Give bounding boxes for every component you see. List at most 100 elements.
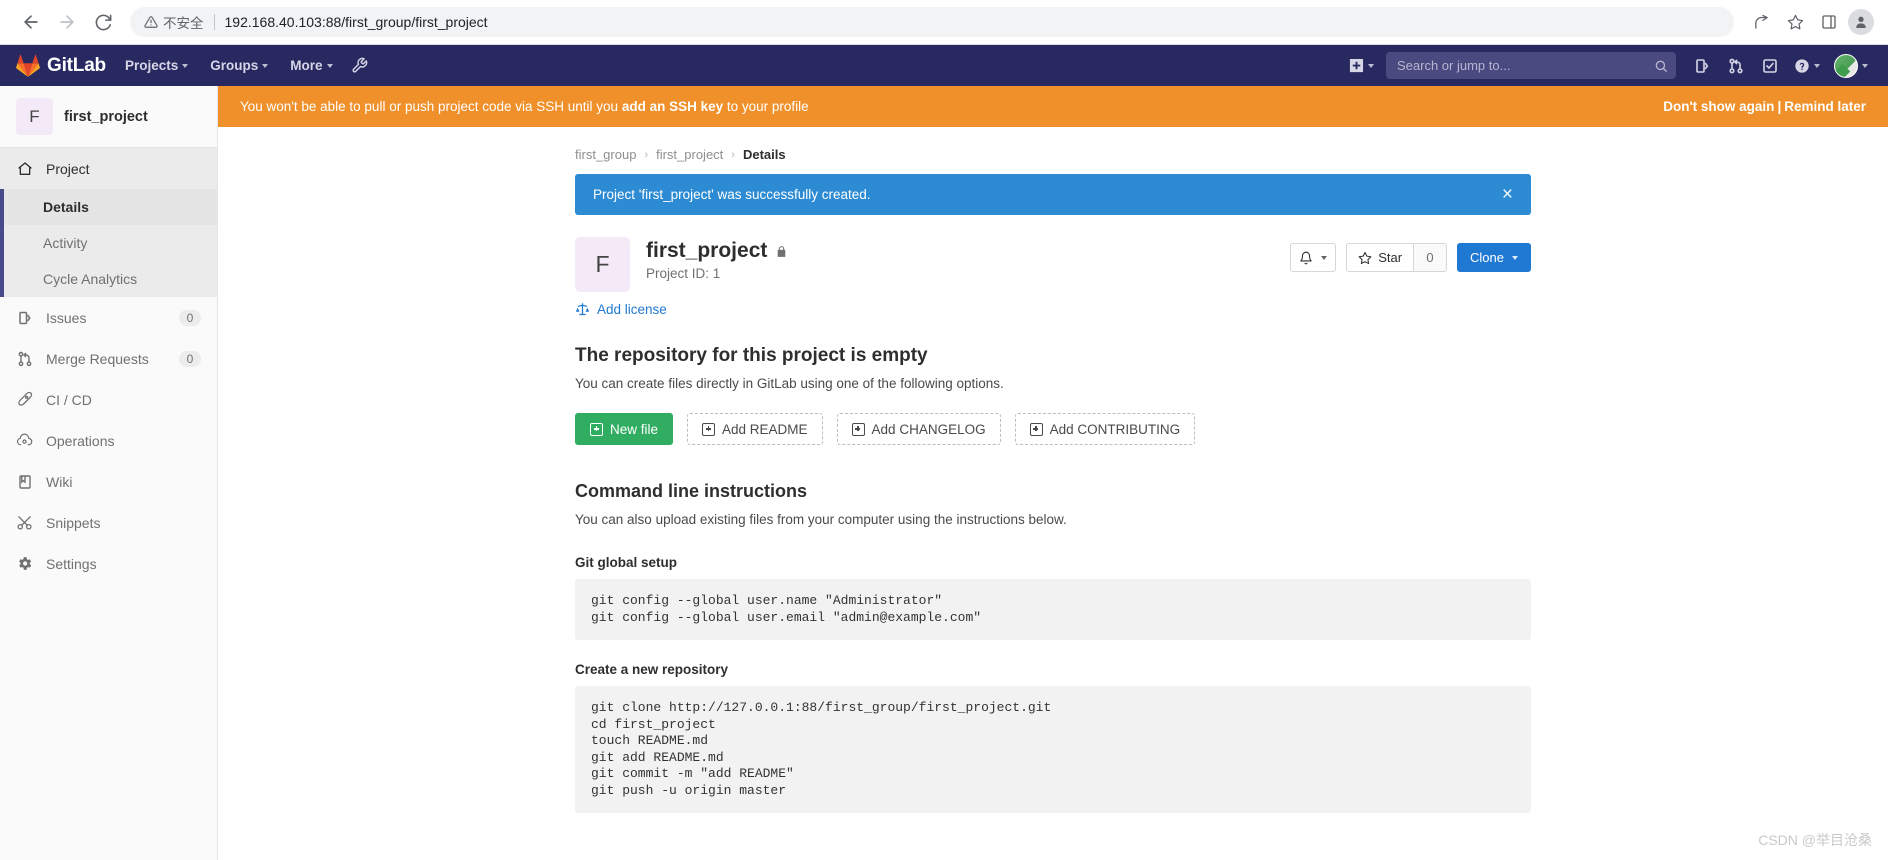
new-item-button[interactable] — [1343, 50, 1380, 82]
sidebar-project-name: first_project — [64, 108, 148, 125]
add-readme-button[interactable]: Add README — [687, 413, 823, 445]
browser-actions — [1742, 7, 1874, 37]
sidebar-item-merge-requests[interactable]: Merge Requests 0 — [0, 338, 217, 379]
breadcrumb: first_group › first_project › Details — [575, 141, 1531, 174]
project-sidebar: F first_project Project Details Activity… — [0, 86, 218, 860]
create-new-repository-code[interactable]: git clone http://127.0.0.1:88/first_grou… — [575, 686, 1531, 813]
nav-projects-label: Projects — [124, 58, 179, 73]
banner-separator: | — [1777, 99, 1782, 114]
dont-show-again-link[interactable]: Don't show again — [1663, 99, 1774, 114]
share-icon[interactable] — [1746, 7, 1776, 37]
security-label: 不安全 — [163, 16, 204, 31]
sidebar-item-details[interactable]: Details — [0, 189, 217, 225]
address-bar[interactable]: 不安全 192.168.40.103:88/first_group/first_… — [130, 7, 1734, 37]
project-meta: first_project Project ID: 1 — [646, 237, 1274, 281]
project-actions: Star 0 Clone — [1290, 237, 1531, 272]
cli-instructions-title: Command line instructions — [575, 481, 808, 501]
sidebar-item-ci-cd[interactable]: CI / CD — [0, 379, 217, 420]
sidebar-item-wiki[interactable]: Wiki — [0, 461, 217, 502]
nav-projects[interactable]: Projects — [114, 45, 199, 86]
empty-repo-title: The repository for this project is empty — [575, 345, 928, 366]
git-global-setup-section: Git global setup git config --global use… — [575, 555, 1531, 640]
chevron-down-icon — [1368, 63, 1374, 68]
ssh-banner-text-before: You won't be able to pull or push projec… — [240, 99, 622, 114]
add-ssh-key-link[interactable]: add an SSH key — [622, 99, 723, 114]
sidebar-project-header[interactable]: F first_project — [0, 86, 217, 148]
add-license-link[interactable]: Add license — [575, 302, 1531, 317]
book-icon — [16, 473, 33, 490]
bell-icon — [1300, 251, 1312, 264]
merge-requests-button[interactable] — [1720, 50, 1752, 82]
user-menu-button[interactable] — [1828, 50, 1874, 82]
search-box[interactable] — [1386, 52, 1676, 79]
file-action-buttons: New file Add README Add CHANGELOG Add CO… — [575, 413, 1531, 445]
plus-square-icon — [1029, 422, 1043, 436]
help-button[interactable] — [1788, 50, 1826, 82]
reload-button[interactable] — [86, 5, 120, 39]
wrench-icon — [352, 57, 368, 73]
project-avatar: F — [575, 237, 630, 292]
nav-groups[interactable]: Groups — [199, 45, 279, 86]
git-global-setup-code[interactable]: git config --global user.name "Administr… — [575, 579, 1531, 640]
ssh-banner-actions: Don't show again | Remind later — [1663, 99, 1866, 114]
gear-icon — [16, 555, 33, 572]
nav-more-label: More — [290, 58, 323, 73]
back-button[interactable] — [14, 5, 48, 39]
clone-button[interactable]: Clone — [1457, 243, 1531, 272]
star-button[interactable]: Star — [1346, 243, 1414, 272]
remind-later-link[interactable]: Remind later — [1784, 99, 1866, 114]
sidebar-item-operations[interactable]: Operations — [0, 420, 217, 461]
gitlab-logo-link[interactable]: GitLab — [10, 54, 114, 77]
ssh-key-banner: You won't be able to pull or push projec… — [218, 86, 1888, 127]
sidebar-item-settings-label: Settings — [46, 555, 97, 572]
sidebar-item-issues[interactable]: Issues 0 — [0, 297, 217, 338]
content-scroll-area[interactable]: first_group › first_project › Details Pr… — [218, 127, 1888, 860]
search-input[interactable] — [1397, 58, 1654, 73]
security-status[interactable]: 不安全 — [144, 12, 204, 32]
create-new-repository-title: Create a new repository — [575, 662, 729, 677]
breadcrumb-separator: › — [731, 148, 735, 161]
breadcrumb-current: Details — [742, 147, 786, 162]
chevron-down-icon — [182, 63, 189, 68]
sidebar-item-wiki-label: Wiki — [46, 473, 73, 490]
bookmark-star-icon[interactable] — [1780, 7, 1810, 37]
admin-area-button[interactable] — [344, 50, 376, 82]
user-avatar-icon — [1834, 53, 1858, 78]
sidebar-item-ci-cd-label: CI / CD — [46, 391, 92, 408]
sidebar-item-project[interactable]: Project — [0, 148, 217, 189]
add-changelog-button-label: Add CHANGELOG — [871, 421, 986, 437]
chevron-down-icon — [1512, 255, 1518, 260]
sidebar-item-settings[interactable]: Settings — [0, 543, 217, 584]
issues-button[interactable] — [1686, 50, 1718, 82]
sidebar-item-activity[interactable]: Activity — [0, 225, 217, 261]
chevron-down-icon — [262, 63, 269, 68]
project-id: Project ID: 1 — [646, 266, 721, 281]
side-panel-icon[interactable] — [1814, 7, 1844, 37]
forward-button[interactable] — [50, 5, 84, 39]
issues-icon — [1696, 58, 1709, 73]
close-icon[interactable]: × — [1502, 185, 1513, 204]
chevron-down-icon — [1321, 255, 1328, 260]
navbar-left: GitLab Projects Groups More — [10, 45, 376, 86]
chevron-down-icon — [326, 63, 333, 68]
page-title: first_project — [646, 239, 768, 262]
todos-button[interactable] — [1754, 50, 1786, 82]
profile-avatar-icon[interactable] — [1848, 9, 1874, 35]
add-changelog-button[interactable]: Add CHANGELOG — [836, 413, 1001, 445]
search-icon[interactable] — [1654, 59, 1668, 73]
sidebar-item-cycle-analytics[interactable]: Cycle Analytics — [0, 261, 217, 297]
browser-toolbar: 不安全 192.168.40.103:88/first_group/first_… — [0, 0, 1888, 45]
add-contributing-button[interactable]: Add CONTRIBUTING — [1014, 413, 1196, 445]
success-alert-message: Project 'first_project' was successfully… — [593, 187, 871, 202]
gitlab-navbar: GitLab Projects Groups More — [0, 45, 1888, 86]
sidebar-item-issues-badge: 0 — [179, 309, 201, 326]
notification-button[interactable] — [1290, 243, 1337, 272]
breadcrumb-group[interactable]: first_group — [575, 147, 636, 162]
breadcrumb-project[interactable]: first_project — [656, 147, 723, 162]
new-file-button[interactable]: New file — [575, 413, 674, 445]
sidebar-item-snippets[interactable]: Snippets — [0, 502, 217, 543]
nav-more[interactable]: More — [279, 45, 343, 86]
create-new-repository-section: Create a new repository git clone http:/… — [575, 662, 1531, 813]
lock-icon — [775, 245, 788, 258]
breadcrumb-separator: › — [644, 148, 649, 161]
